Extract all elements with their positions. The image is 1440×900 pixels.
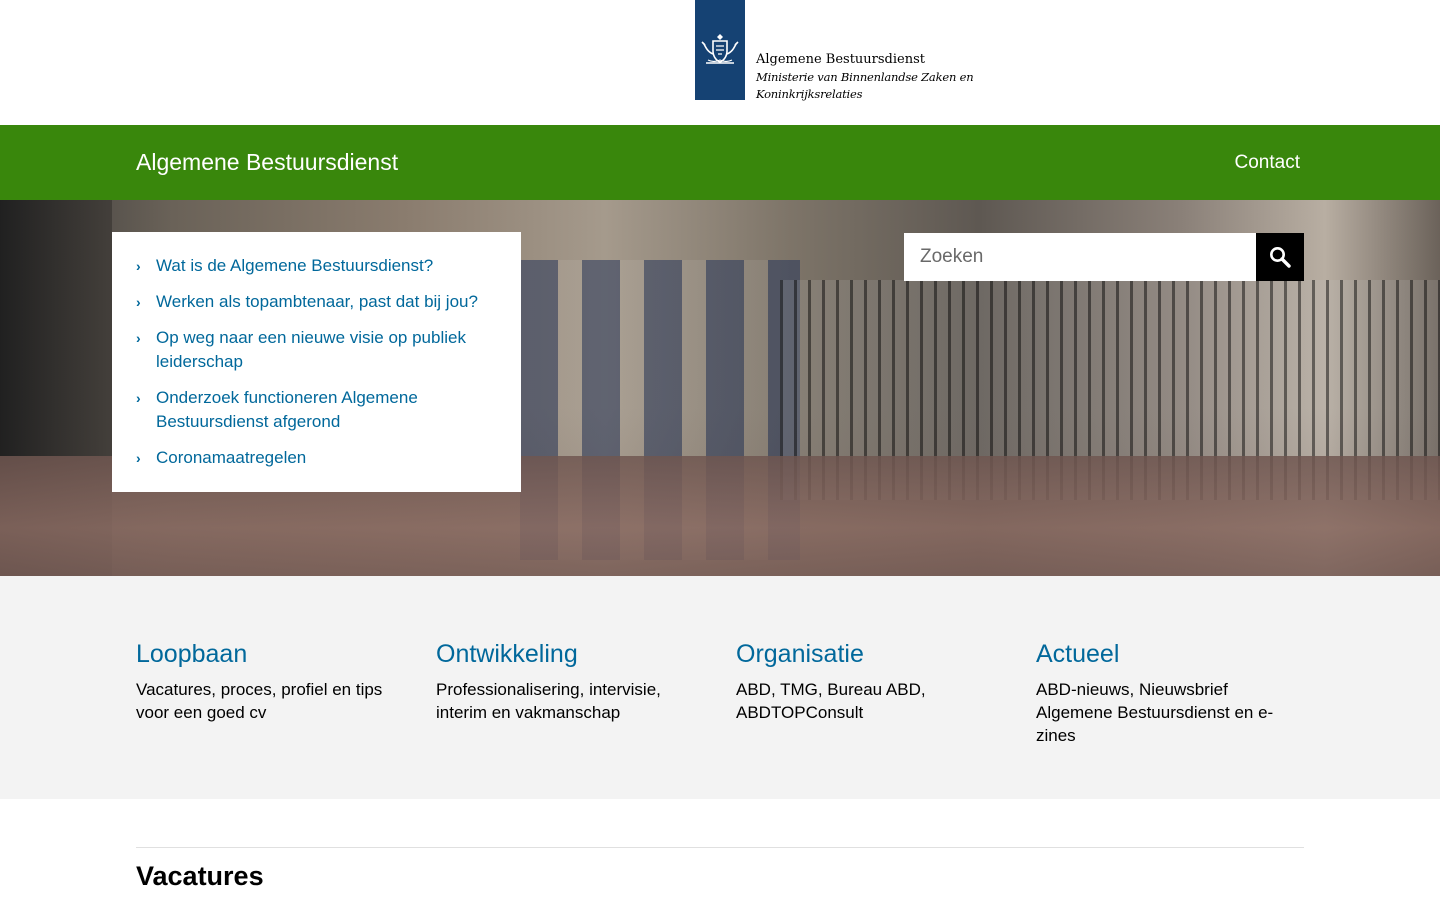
logo-text: Algemene Bestuursdienst Ministerie van B… xyxy=(745,0,974,103)
site-title-link[interactable]: Algemene Bestuursdienst xyxy=(136,125,398,200)
search-form xyxy=(904,233,1304,281)
category-description: ABD, TMG, Bureau ABD, ABDTOPConsult xyxy=(736,680,926,722)
quicklink-item: › Werken als topambtenaar, past dat bij … xyxy=(136,290,501,314)
category-organisatie: Organisatie ABD, TMG, Bureau ABD, ABDTOP… xyxy=(736,638,1006,724)
main-nav-bar: Algemene Bestuursdienst Contact xyxy=(0,125,1440,200)
category-description: Vacatures, proces, profiel en tips voor … xyxy=(136,680,383,722)
top-header: Algemene Bestuursdienst Ministerie van B… xyxy=(0,0,1440,125)
rijksoverheid-logo[interactable]: Algemene Bestuursdienst Ministerie van B… xyxy=(695,0,974,103)
chevron-right-icon: › xyxy=(136,390,141,406)
hero-banner: › Wat is de Algemene Bestuursdienst? › W… xyxy=(0,200,1440,576)
chevron-right-icon: › xyxy=(136,450,141,466)
category-ontwikkeling: Ontwikkeling Professionalisering, interv… xyxy=(436,638,706,724)
search-button[interactable] xyxy=(1256,233,1304,281)
quicklink-item: › Wat is de Algemene Bestuursdienst? xyxy=(136,254,501,278)
category-description: ABD-nieuws, Nieuwsbrief Algemene Bestuur… xyxy=(1036,680,1274,745)
category-title-actueel[interactable]: Actueel xyxy=(1036,640,1119,668)
contact-link[interactable]: Contact xyxy=(1235,125,1300,200)
logo-ministry-line2: Koninkrijksrelaties xyxy=(756,87,863,101)
quicklink-werken-als-topambtenaar[interactable]: Werken als topambtenaar, past dat bij jo… xyxy=(156,290,478,314)
category-title-organisatie[interactable]: Organisatie xyxy=(736,640,864,668)
quicklinks-panel: › Wat is de Algemene Bestuursdienst? › W… xyxy=(112,232,521,492)
category-loopbaan: Loopbaan Vacatures, proces, profiel en t… xyxy=(136,638,406,724)
coat-of-arms-icon xyxy=(701,34,739,64)
category-description: Professionalisering, intervisie, interim… xyxy=(436,680,661,722)
search-input[interactable] xyxy=(904,233,1256,281)
chevron-right-icon: › xyxy=(136,294,141,310)
quicklink-coronamaatregelen[interactable]: Coronamaatregelen xyxy=(156,446,306,470)
quicklink-item: › Onderzoek functioneren Algemene Bestuu… xyxy=(136,386,501,434)
quicklink-onderzoek[interactable]: Onderzoek functioneren Algemene Bestuurs… xyxy=(156,386,501,434)
logo-organisation: Algemene Bestuursdienst xyxy=(756,52,925,67)
quicklink-nieuwe-visie[interactable]: Op weg naar een nieuwe visie op publiek … xyxy=(156,326,501,374)
category-actueel: Actueel ABD-nieuws, Nieuwsbrief Algemene… xyxy=(1036,638,1306,747)
logo-ministry-line1: Ministerie van Binnenlandse Zaken en xyxy=(756,70,974,84)
section-heading-vacatures: Vacatures xyxy=(136,861,264,891)
category-title-loopbaan[interactable]: Loopbaan xyxy=(136,640,247,668)
vacatures-section: Vacatures xyxy=(136,847,1304,894)
quicklink-item: › Op weg naar een nieuwe visie op publie… xyxy=(136,326,501,374)
logo-emblem xyxy=(695,0,745,100)
category-band: Loopbaan Vacatures, proces, profiel en t… xyxy=(0,576,1440,799)
category-title-ontwikkeling[interactable]: Ontwikkeling xyxy=(436,640,578,668)
quicklinks-list: › Wat is de Algemene Bestuursdienst? › W… xyxy=(136,254,501,470)
chevron-right-icon: › xyxy=(136,330,141,346)
search-icon xyxy=(1270,247,1291,268)
quicklink-wat-is-abd[interactable]: Wat is de Algemene Bestuursdienst? xyxy=(156,254,433,278)
chevron-right-icon: › xyxy=(136,258,141,274)
quicklink-item: › Coronamaatregelen xyxy=(136,446,501,470)
